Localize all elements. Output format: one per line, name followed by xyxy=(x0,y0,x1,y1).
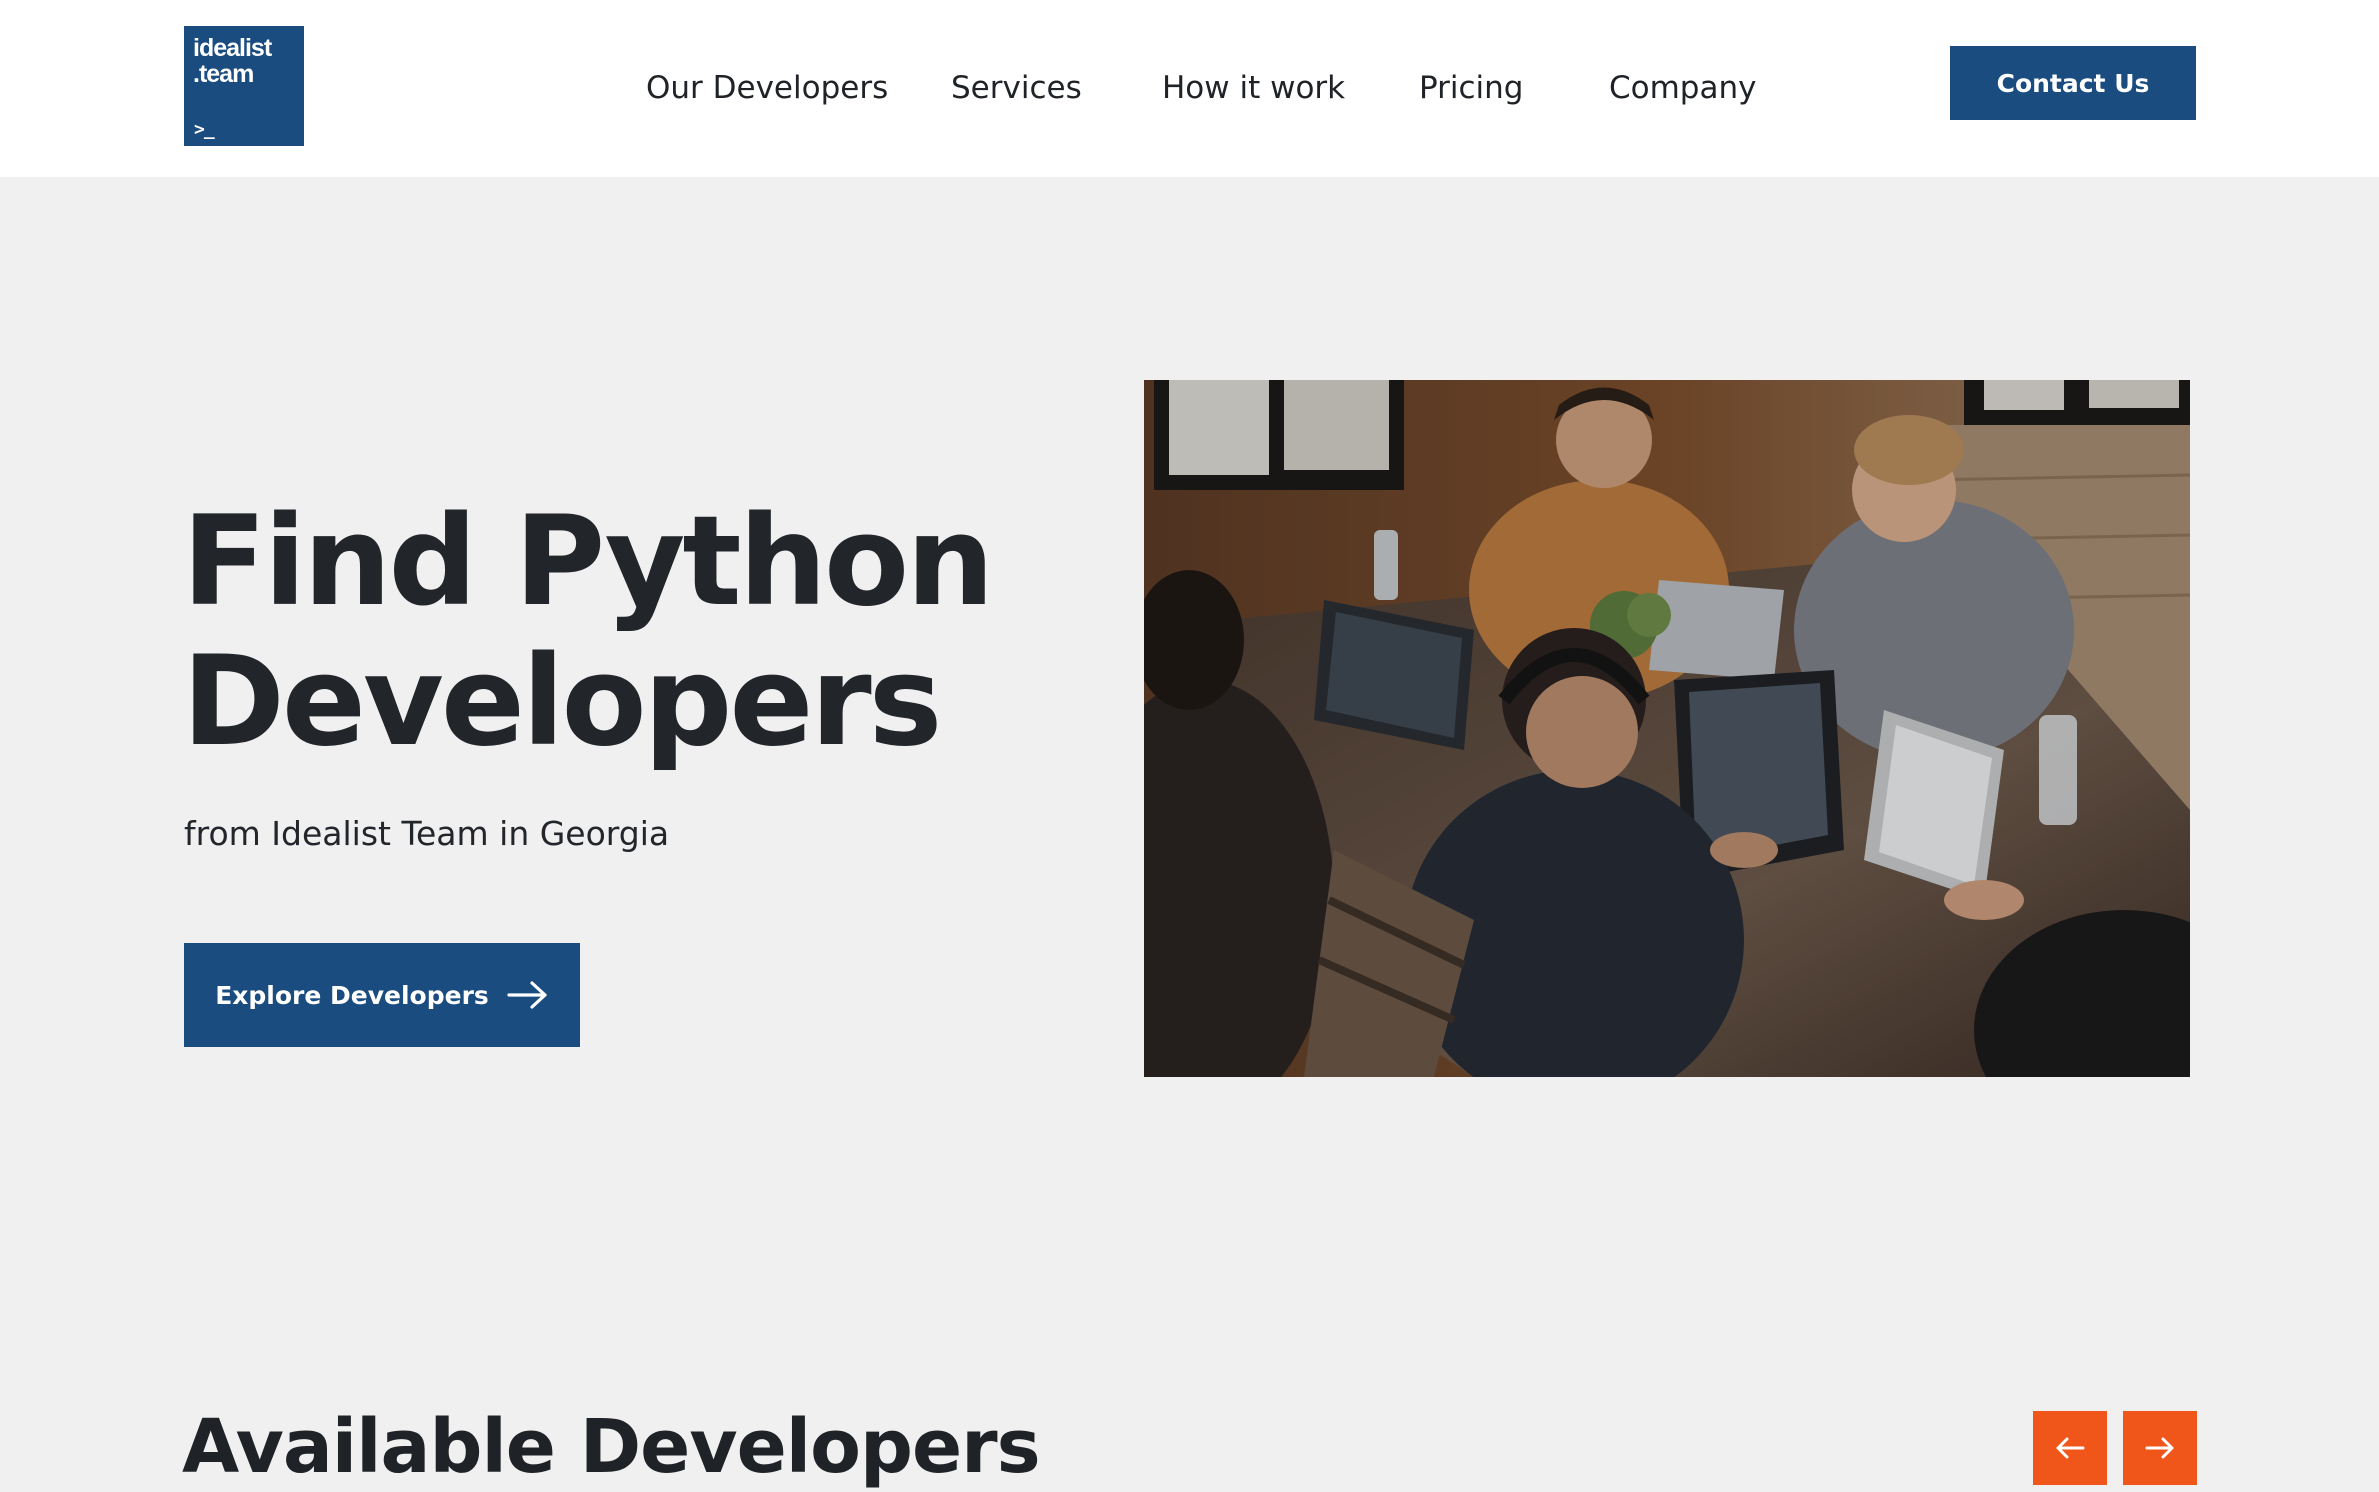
nav-item-services[interactable]: Services xyxy=(951,64,1082,112)
hero-title-line2: Developers xyxy=(182,630,942,774)
team-photo-illustration xyxy=(1144,380,2190,1077)
nav-item-our-developers[interactable]: Our Developers xyxy=(646,64,888,112)
hero-title: Find Python Developers xyxy=(182,492,1082,772)
terminal-prompt-icon: >_ xyxy=(194,119,215,140)
logo-text-line2: .team xyxy=(193,60,254,88)
site-header: idealist .team >_ Our Developers Service… xyxy=(0,0,2379,177)
nav-item-how-it-work[interactable]: How it work xyxy=(1162,64,1345,112)
logo-text-line1: idealist xyxy=(193,34,272,62)
carousel-next-button[interactable] xyxy=(2123,1411,2197,1485)
available-developers-title: Available Developers xyxy=(182,1404,1041,1490)
arrow-right-icon xyxy=(2145,1437,2174,1459)
arrow-right-icon xyxy=(507,981,547,1009)
contact-us-button[interactable]: Contact Us xyxy=(1950,46,2196,120)
hero-title-line1: Find Python xyxy=(182,490,994,634)
hero-subtitle: from Idealist Team in Georgia xyxy=(184,814,670,853)
brand-logo[interactable]: idealist .team >_ xyxy=(184,26,304,146)
explore-developers-label: Explore Developers xyxy=(215,980,489,1010)
carousel-prev-button[interactable] xyxy=(2033,1411,2107,1485)
nav-item-company[interactable]: Company xyxy=(1609,64,1756,112)
arrow-left-icon xyxy=(2056,1437,2085,1459)
hero-photo xyxy=(1144,380,2190,1077)
explore-developers-button[interactable]: Explore Developers xyxy=(184,943,580,1047)
nav-item-pricing[interactable]: Pricing xyxy=(1419,64,1524,112)
